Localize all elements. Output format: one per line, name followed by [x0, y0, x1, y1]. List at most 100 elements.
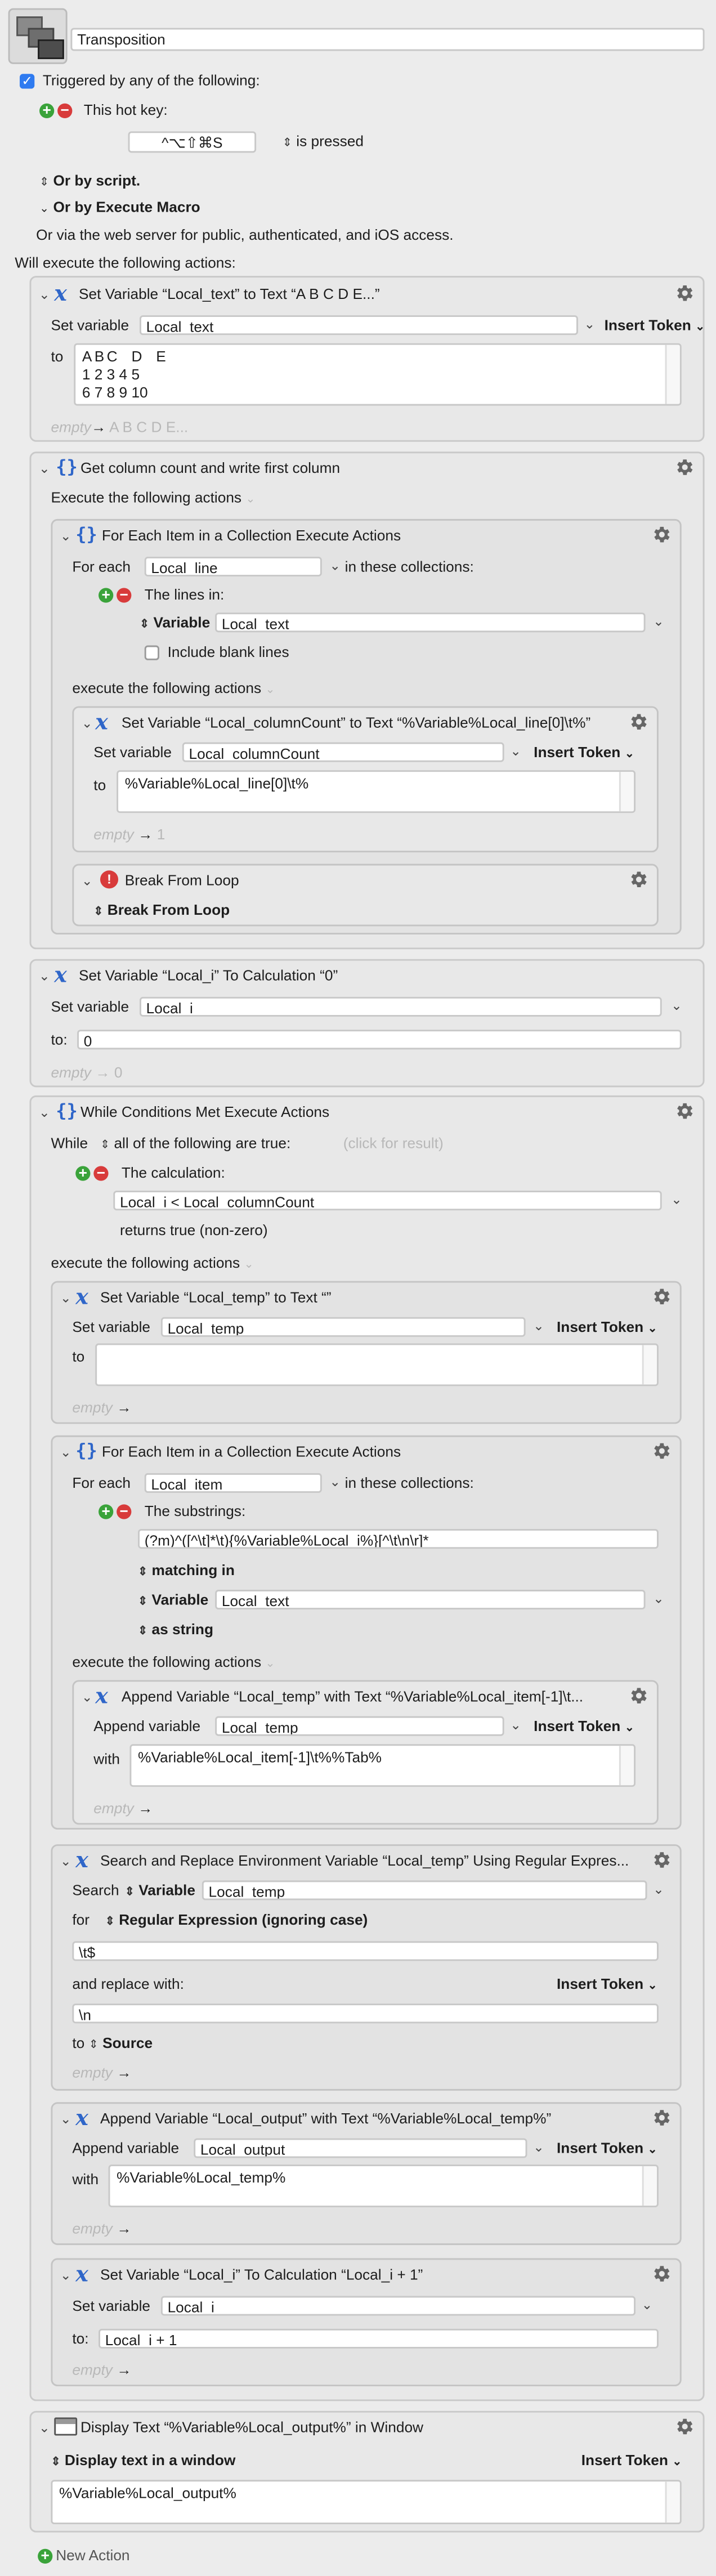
collapse-chevron-icon[interactable]: ⌄	[57, 1291, 74, 1307]
replacement-field[interactable]: \n	[72, 2003, 659, 2024]
add-collection-button[interactable]: +	[99, 1504, 114, 1519]
variable-name-field[interactable]: Local_columnCount	[182, 742, 504, 762]
collapse-chevron-icon[interactable]: ⌄	[36, 288, 52, 304]
text-value-area[interactable]: %Variable%Local_item[-1]\t%%Tab%	[129, 1744, 636, 1787]
calculation-field[interactable]: Local_i + 1	[99, 2328, 659, 2349]
variable-popup[interactable]: ⇕ Variable	[125, 1882, 195, 1902]
collapse-chevron-icon[interactable]: ⌄	[57, 2112, 74, 2128]
chevron-down-icon[interactable]: ⌄	[650, 614, 666, 630]
or-by-script[interactable]: ⇕ Or by script.	[39, 172, 140, 192]
scrollbar[interactable]	[619, 772, 634, 812]
condition-mode-popup[interactable]: ⇕ all of the following are true:	[100, 1135, 290, 1155]
search-pattern-field[interactable]: \t$	[72, 1941, 659, 1961]
gear-icon[interactable]	[650, 1441, 672, 1462]
loop-variable-field[interactable]: Local_line	[144, 556, 322, 577]
click-for-result[interactable]: (click for result)	[343, 1135, 444, 1153]
remove-trigger-button[interactable]: −	[57, 102, 73, 119]
remove-collection-button[interactable]: −	[117, 1504, 132, 1519]
variable-name-field[interactable]: Local_temp	[215, 1716, 504, 1736]
variable-popup[interactable]: ⇕ Variable	[138, 1591, 208, 1611]
chevron-down-icon[interactable]: ⌄	[507, 744, 523, 761]
chevron-down-icon[interactable]: ⌄	[668, 999, 684, 1015]
insert-token-button[interactable]: Insert Token ⌄	[557, 1976, 657, 1996]
include-blank-checkbox[interactable]	[144, 645, 159, 660]
as-string-popup[interactable]: ⇕ as string	[138, 1621, 213, 1640]
calculation-field[interactable]: 0	[77, 1030, 682, 1050]
gear-icon[interactable]	[627, 1685, 648, 1706]
scrollbar[interactable]	[665, 2481, 680, 2523]
gear-icon[interactable]	[673, 283, 695, 304]
insert-token-button[interactable]: Insert Token ⌄	[581, 317, 705, 337]
add-collection-button[interactable]: +	[99, 587, 114, 603]
gear-icon[interactable]	[673, 2416, 695, 2437]
text-value-area[interactable]: A B C D E 1 2 3 4 5 6 7 8 9 10	[74, 343, 682, 406]
gear-icon[interactable]	[650, 2107, 672, 2128]
matching-popup[interactable]: ⇕ matching in	[138, 1562, 235, 1581]
chevron-down-icon[interactable]: ⌄	[507, 1718, 523, 1734]
variable-name-field[interactable]: Local_text	[139, 315, 578, 336]
insert-token-button[interactable]: Insert Token ⌄	[534, 744, 634, 764]
insert-token-button[interactable]: Insert Token ⌄	[534, 1718, 634, 1738]
chevron-down-icon[interactable]: ⌄	[530, 1319, 547, 1335]
regex-field[interactable]: (?m)^([^\t]*\t){%Variable%Local_i%}[^\t\…	[138, 1529, 659, 1549]
chevron-down-icon[interactable]: ⌄	[327, 558, 343, 575]
gear-icon[interactable]	[650, 1849, 672, 1871]
collapse-chevron-icon[interactable]: ⌄	[79, 874, 95, 890]
text-value-area[interactable]: %Variable%Local_temp%	[108, 2164, 659, 2207]
source-variable-field[interactable]: Local_text	[215, 612, 646, 633]
collapse-chevron-icon[interactable]: ⌄	[36, 2421, 52, 2437]
trigger-checkbox[interactable]: ✓	[20, 74, 35, 89]
variable-name-field[interactable]: Local_temp	[202, 1880, 647, 1900]
gear-icon[interactable]	[673, 457, 695, 478]
chevron-down-icon[interactable]: ⌄	[668, 1192, 684, 1209]
execute-following-label[interactable]: execute the following actions ⌄	[72, 680, 275, 700]
chevron-down-icon[interactable]: ⌄	[650, 1591, 666, 1608]
variable-name-field[interactable]: Local_i	[160, 2296, 636, 2316]
scrollbar[interactable]	[665, 345, 680, 404]
gear-icon[interactable]	[627, 711, 648, 732]
execute-following-label[interactable]: execute the following actions ⌄	[51, 1255, 253, 1274]
collapse-chevron-icon[interactable]: ⌄	[57, 529, 74, 545]
add-condition-button[interactable]: +	[75, 1165, 91, 1181]
gear-icon[interactable]	[650, 2263, 672, 2284]
insert-token-button[interactable]: Insert Token ⌄	[557, 2140, 657, 2159]
collapse-chevron-icon[interactable]: ⌄	[36, 462, 52, 478]
gear-icon[interactable]	[627, 869, 648, 890]
gear-icon[interactable]	[650, 524, 672, 545]
collapse-chevron-icon[interactable]: ⌄	[57, 1445, 74, 1461]
hotkey-mode-popup[interactable]: ⇕ is pressed	[283, 133, 364, 153]
collapse-chevron-icon[interactable]: ⌄	[79, 716, 95, 732]
text-value-area[interactable]	[95, 1343, 659, 1387]
destination-popup[interactable]: Source	[102, 2035, 153, 2051]
chevron-down-icon[interactable]: ⌄	[530, 2140, 547, 2156]
search-mode-popup[interactable]: ⇕ Regular Expression (ignoring case)	[105, 1912, 368, 1931]
new-action-icon[interactable]: +	[38, 2548, 53, 2564]
collapse-chevron-icon[interactable]: ⌄	[57, 2268, 74, 2284]
macro-name-field[interactable]: Transposition	[70, 28, 705, 51]
chevron-down-icon[interactable]: ⌄	[650, 1882, 666, 1898]
insert-token-button[interactable]: Insert Token ⌄	[581, 2452, 682, 2472]
variable-name-field[interactable]: Local_i	[139, 996, 662, 1017]
insert-token-button[interactable]: Insert Token ⌄	[557, 1319, 657, 1339]
text-value-area[interactable]: %Variable%Local_line[0]\t%	[117, 770, 636, 813]
execute-following-label[interactable]: execute the following actions ⌄	[72, 1654, 275, 1674]
collapse-chevron-icon[interactable]: ⌄	[36, 969, 52, 985]
variable-name-field[interactable]: Local_output	[194, 2138, 527, 2158]
collapse-chevron-icon[interactable]: ⌄	[79, 1690, 95, 1706]
hotkey-field[interactable]: ^⌥⇧⌘S	[128, 131, 257, 153]
variable-name-field[interactable]: Local_temp	[160, 1317, 526, 1337]
condition-calculation-field[interactable]: Local_i < Local_columnCount	[113, 1191, 662, 1211]
variable-popup[interactable]: ⇕ Variable	[140, 614, 210, 634]
or-by-execute-macro[interactable]: ⌄ Or by Execute Macro	[39, 199, 200, 218]
execute-following-label[interactable]: Execute the following actions ⌄	[51, 489, 255, 509]
collapse-chevron-icon[interactable]: ⌄	[36, 1105, 52, 1121]
chevron-down-icon[interactable]: ⌄	[327, 1475, 343, 1491]
add-trigger-button[interactable]: +	[39, 102, 55, 119]
source-variable-field[interactable]: Local_text	[215, 1590, 646, 1610]
remove-condition-button[interactable]: −	[93, 1165, 109, 1181]
scrollbar[interactable]	[642, 1345, 657, 1385]
collapse-chevron-icon[interactable]: ⌄	[57, 1854, 74, 1871]
remove-collection-button[interactable]: −	[117, 587, 132, 603]
break-mode-popup[interactable]: ⇕ Break From Loop	[93, 902, 230, 922]
text-value-area[interactable]: %Variable%Local_output%	[51, 2480, 682, 2525]
